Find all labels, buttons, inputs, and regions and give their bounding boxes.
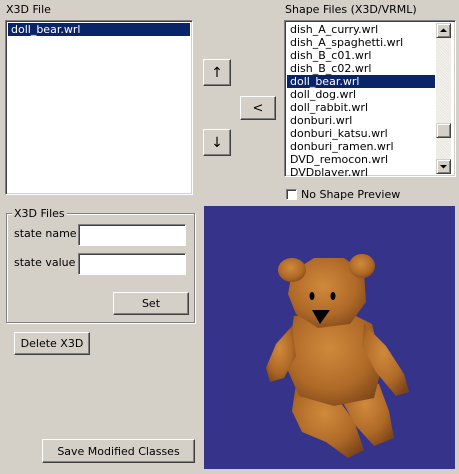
no-shape-preview-label: No Shape Preview bbox=[301, 188, 401, 201]
teddy-bear-model bbox=[266, 254, 409, 458]
shape-files-label: Shape Files (X3D/VRML) bbox=[285, 3, 417, 16]
list-item[interactable]: dish_A_spaghetti.wrl bbox=[287, 36, 435, 49]
list-item[interactable]: donburi_ramen.wrl bbox=[287, 140, 435, 153]
move-down-button[interactable]: ↓ bbox=[203, 129, 231, 156]
scroll-thumb[interactable] bbox=[436, 123, 451, 138]
scroll-down-button[interactable] bbox=[436, 159, 451, 174]
list-item[interactable]: doll_dog.wrl bbox=[287, 88, 435, 101]
bear-left-eye bbox=[309, 292, 315, 300]
set-button[interactable]: Set bbox=[113, 292, 189, 315]
shape-files-list[interactable]: dish_A_curry.wrl dish_A_spaghetti.wrl dish… bbox=[284, 20, 456, 177]
list-item[interactable]: donburi_katsu.wrl bbox=[287, 127, 435, 140]
save-modified-classes-button[interactable]: Save Modified Classes bbox=[42, 439, 195, 463]
state-name-label: state name bbox=[14, 227, 77, 240]
list-item[interactable]: dish_B_c02.wrl bbox=[287, 62, 435, 75]
shape-preview-viewport[interactable] bbox=[204, 206, 455, 469]
list-item[interactable]: doll_bear.wrl bbox=[287, 75, 435, 88]
no-shape-preview-checkbox[interactable] bbox=[286, 189, 297, 200]
state-value-label: state value bbox=[14, 256, 76, 269]
x3d-file-list[interactable]: doll_bear.wrl bbox=[5, 20, 193, 195]
list-item[interactable]: donburi.wrl bbox=[287, 114, 435, 127]
list-item[interactable]: DVD_remocon.wrl bbox=[287, 153, 435, 166]
list-item[interactable]: DVDplayer.wrl bbox=[287, 166, 435, 176]
no-shape-preview-toggle[interactable]: No Shape Preview bbox=[286, 188, 400, 201]
list-item[interactable]: doll_bear.wrl bbox=[8, 23, 190, 36]
move-up-button[interactable]: ↑ bbox=[203, 59, 231, 86]
state-name-input[interactable] bbox=[78, 224, 186, 246]
bear-right-eye bbox=[330, 292, 336, 300]
list-item[interactable]: dish_B_c01.wrl bbox=[287, 49, 435, 62]
x3d-files-group-title: X3D Files bbox=[12, 207, 67, 220]
add-shape-button[interactable]: < bbox=[240, 96, 276, 120]
delete-x3d-button[interactable]: Delete X3D bbox=[14, 332, 90, 355]
scroll-down-arrow-icon bbox=[440, 165, 447, 169]
scroll-up-arrow-icon bbox=[440, 28, 447, 32]
shape-files-scrollbar[interactable] bbox=[436, 23, 451, 174]
scroll-up-button[interactable] bbox=[436, 23, 451, 38]
state-value-input[interactable] bbox=[78, 253, 186, 275]
list-item[interactable]: doll_rabbit.wrl bbox=[287, 101, 435, 114]
list-item[interactable]: dish_A_curry.wrl bbox=[287, 23, 435, 36]
x3d-file-label: X3D File bbox=[6, 3, 51, 16]
